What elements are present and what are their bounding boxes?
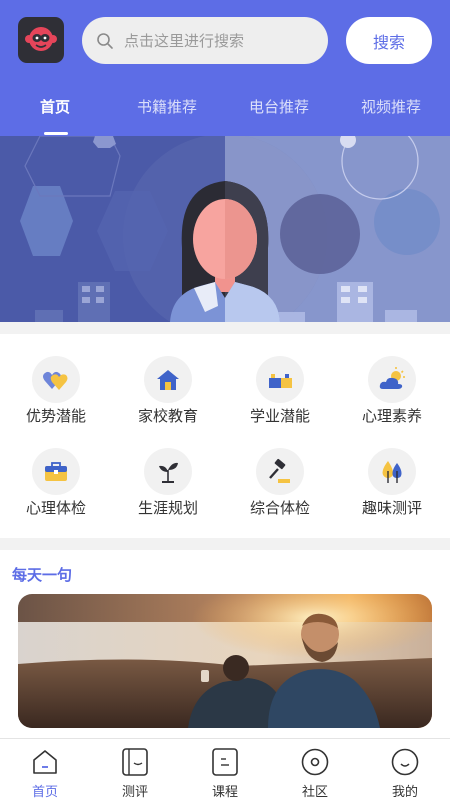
section-divider	[0, 538, 450, 550]
course-icon	[210, 747, 240, 777]
category-label: 家校教育	[137, 407, 198, 425]
daily-quote-title: 每天一句	[12, 566, 73, 584]
daily-quote-image[interactable]	[18, 594, 432, 728]
home-icon	[30, 747, 60, 777]
category-label: 优势潜能	[25, 407, 86, 425]
nav-course[interactable]: 课程	[185, 747, 265, 800]
profile-icon	[390, 747, 420, 777]
app-header: 搜索 首页 书籍推荐 电台推荐 视频推荐	[0, 0, 450, 136]
sprout-icon	[144, 448, 192, 495]
assessment-icon	[120, 747, 150, 777]
couple-sunset-photo	[18, 594, 432, 728]
nav-label: 我的	[391, 785, 418, 800]
nav-label: 测评	[121, 785, 148, 800]
trees-icon	[368, 448, 416, 495]
category-strength-potential[interactable]: 优势潜能	[0, 334, 112, 426]
nav-profile[interactable]: 我的	[365, 747, 445, 800]
category-academic-potential[interactable]: 学业潜能	[224, 334, 336, 426]
nav-community[interactable]: 社区	[275, 747, 355, 800]
category-label: 综合体检	[249, 499, 310, 517]
active-tab-indicator	[44, 132, 68, 135]
banner-carousel[interactable]	[0, 136, 450, 322]
category-mental-literacy[interactable]: 心理素养	[336, 334, 448, 426]
app-logo[interactable]	[18, 17, 64, 63]
search-bar[interactable]	[82, 17, 328, 64]
category-home-school[interactable]: 家校教育	[112, 334, 224, 426]
search-input[interactable]	[124, 31, 324, 50]
house-icon	[144, 356, 192, 403]
tab-book-recommend[interactable]: 书籍推荐	[137, 96, 197, 117]
nav-label: 首页	[31, 785, 58, 800]
category-label: 趣味测评	[361, 499, 422, 517]
tab-radio-recommend[interactable]: 电台推荐	[249, 96, 309, 117]
blocks-icon	[256, 356, 304, 403]
nav-assessment[interactable]: 测评	[95, 747, 175, 800]
bottom-navigation: 首页 测评 课程 社区 我的	[0, 738, 450, 800]
nav-label: 课程	[211, 785, 238, 800]
sun-cloud-icon	[368, 356, 416, 403]
gavel-icon	[256, 448, 304, 495]
category-career-planning[interactable]: 生涯规划	[112, 426, 224, 518]
category-label: 生涯规划	[137, 499, 198, 517]
section-divider	[0, 322, 450, 334]
hearts-icon	[32, 356, 80, 403]
search-icon	[97, 32, 113, 49]
tab-video-recommend[interactable]: 视频推荐	[361, 96, 421, 117]
category-fun-assessment[interactable]: 趣味测评	[336, 426, 448, 518]
category-label: 学业潜能	[249, 407, 310, 425]
nav-label: 社区	[301, 785, 328, 800]
category-comprehensive-checkup[interactable]: 综合体检	[224, 426, 336, 518]
top-tabs: 首页 书籍推荐 电台推荐 视频推荐	[0, 88, 450, 136]
category-grid: 优势潜能 家校教育 学业潜能 心理素养 心理体检 生涯规划 综合体检 趣味测评	[0, 334, 450, 538]
search-button[interactable]: 搜索	[346, 17, 432, 64]
nav-home[interactable]: 首页	[5, 747, 85, 800]
monkey-logo-icon	[25, 27, 57, 51]
banner-illustration	[0, 136, 450, 322]
briefcase-icon	[32, 448, 80, 495]
category-label: 心理素养	[361, 407, 422, 425]
community-icon	[300, 747, 330, 777]
category-label: 心理体检	[25, 499, 86, 517]
category-mental-checkup[interactable]: 心理体检	[0, 426, 112, 518]
tab-home[interactable]: 首页	[40, 96, 70, 117]
